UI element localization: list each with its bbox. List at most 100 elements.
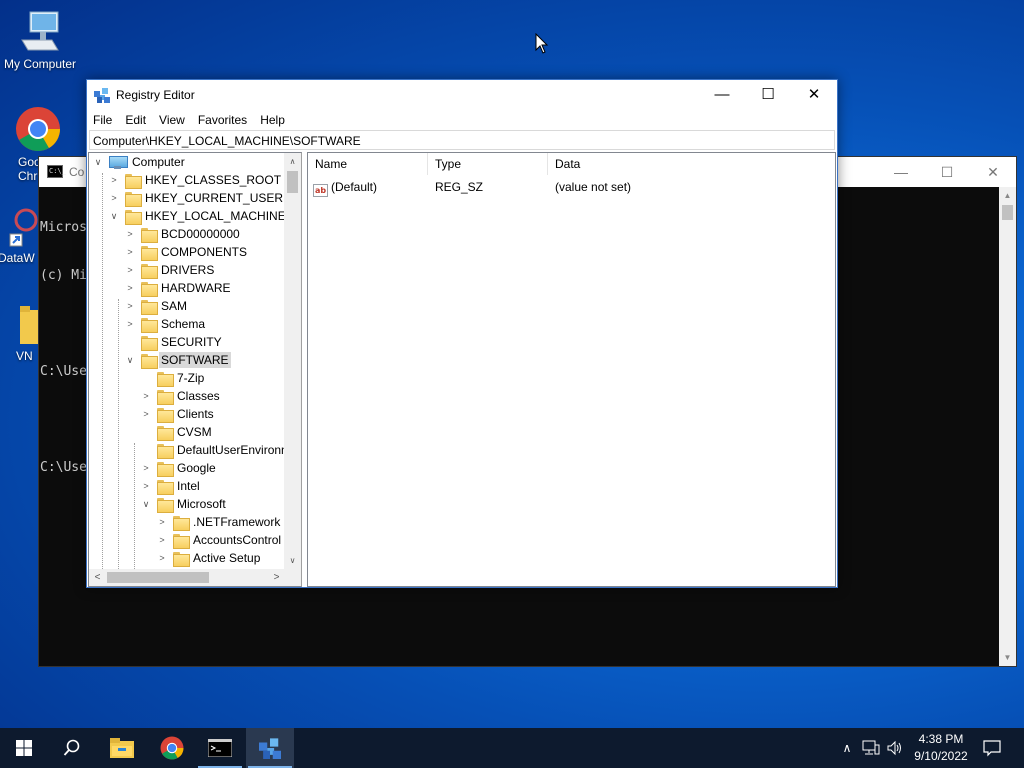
cmd-close-button[interactable]: ✕ [970,157,1016,187]
tree-node-hkey-current-user[interactable]: > HKEY_CURRENT_USER [109,189,285,207]
taskbar-file-explorer[interactable] [98,728,146,768]
scrollbar-thumb[interactable] [287,171,298,193]
tree-node-hkey-local-machine[interactable]: ∨ HKEY_LOCAL_MACHINE [109,207,285,225]
folder-icon [141,245,158,261]
notification-icon [983,740,1001,757]
chevron-right-icon[interactable]: > [109,193,119,203]
tree-node-defaultuserenvironment[interactable]: DefaultUserEnvironn [141,441,285,459]
regedit-app-icon [94,88,110,103]
scroll-left-arrow-icon[interactable]: < [89,569,106,586]
taskbar-registry-editor[interactable] [246,728,294,768]
scrollbar-thumb[interactable] [107,572,209,583]
tree-node-active-setup[interactable]: > Active Setup [157,549,262,567]
chevron-right-icon[interactable]: > [141,391,151,401]
tree-node-label: Intel [177,479,200,493]
show-hidden-icons-button[interactable]: ∧ [838,728,856,768]
cmd-maximize-button[interactable]: ☐ [924,157,970,187]
menu-view[interactable]: View [153,110,192,130]
taskbar-chrome[interactable] [148,728,196,768]
tree-horizontal-scrollbar[interactable]: < > [89,569,285,586]
tree-node-7-zip[interactable]: 7-Zip [141,369,206,387]
registry-editor-window[interactable]: Registry Editor — ☐ ✕ File Edit View Fav… [86,79,838,588]
tree-node-accountscontrol[interactable]: > AccountsControl [157,531,283,549]
tree-node-components[interactable]: > COMPONENTS [125,243,249,261]
tree-node-microsoft[interactable]: ∨ Microsoft [141,495,228,513]
column-header-name[interactable]: Name [308,153,428,175]
menu-favorites[interactable]: Favorites [192,110,254,130]
chevron-down-icon[interactable]: ∨ [109,211,119,222]
tree-node-label: SECURITY [161,335,222,349]
tree-node-clients[interactable]: > Clients [141,405,216,423]
action-center-button[interactable] [976,728,1008,768]
chevron-right-icon[interactable]: > [141,409,151,419]
search-button[interactable] [48,728,96,768]
cmd-minimize-button[interactable]: — [878,157,924,187]
tree-node-schema[interactable]: > Schema [125,315,207,333]
tree-node-drivers[interactable]: > DRIVERS [125,261,216,279]
chevron-right-icon[interactable]: > [125,283,135,293]
tree-node-netframework[interactable]: > .NETFramework [157,513,282,531]
chevron-right-icon[interactable]: > [141,481,151,491]
chevron-down-icon[interactable]: ∨ [141,499,151,510]
chevron-right-icon[interactable]: > [125,265,135,275]
chevron-right-icon[interactable]: > [125,229,135,239]
tree-node-hkey-classes-root[interactable]: > HKEY_CLASSES_ROOT [109,171,283,189]
tree-node-security[interactable]: SECURITY [125,333,224,351]
scrollbar-thumb[interactable] [1002,205,1013,220]
chevron-right-icon[interactable]: > [141,463,151,473]
file-explorer-icon [110,738,134,758]
list-item[interactable]: ab (Default) REG_SZ (value not set) [308,177,835,197]
tree-node-sam[interactable]: > SAM [125,297,189,315]
clock[interactable]: 4:38 PM 9/10/2022 [910,731,972,765]
volume-tray-button[interactable] [884,728,906,768]
network-tray-button[interactable] [860,728,882,768]
registry-tree-pane[interactable]: ∨ Computer > HKEY_CLASSES_ROOT > HKEY_CU… [88,152,302,587]
column-header-data[interactable]: Data [548,153,698,175]
column-header-type[interactable]: Type [428,153,548,175]
scroll-down-arrow-icon[interactable]: ▼ [999,649,1016,666]
menu-help[interactable]: Help [254,110,292,130]
chevron-right-icon[interactable]: > [157,517,167,527]
chevron-right-icon[interactable]: > [125,301,135,311]
chevron-up-icon: ∧ [842,741,852,755]
tree-node-bcd00000000[interactable]: > BCD00000000 [125,225,242,243]
tree-node-software[interactable]: ∨ SOFTWARE [125,351,231,369]
tree-node-intel[interactable]: > Intel [141,477,202,495]
folder-icon [141,317,158,333]
close-button[interactable]: ✕ [791,80,837,110]
desktop-icon-my-computer[interactable]: My Computer [1,10,79,71]
tree-node-cvsm[interactable]: CVSM [141,423,214,441]
tree-node-hardware[interactable]: > HARDWARE [125,279,233,297]
scroll-right-arrow-icon[interactable]: > [268,569,285,586]
menu-file[interactable]: File [87,110,119,130]
tree-vertical-scrollbar[interactable]: ∧ ∨ [284,153,301,569]
tree-node-label: Computer [132,155,185,169]
cmd-vertical-scrollbar[interactable]: ▲ ▼ [999,187,1016,666]
registry-values-pane[interactable]: Name Type Data ab (Default) REG_SZ (value… [307,152,836,587]
menu-edit[interactable]: Edit [119,110,153,130]
address-bar[interactable]: Computer\HKEY_LOCAL_MACHINE\SOFTWARE [89,130,835,150]
start-button[interactable] [0,728,48,768]
taskbar-command-prompt[interactable] [196,728,244,768]
chevron-right-icon[interactable]: > [125,247,135,257]
folder-icon [141,299,158,315]
maximize-button[interactable]: ☐ [745,80,791,110]
scroll-up-arrow-icon[interactable]: ∧ [284,153,301,170]
chevron-right-icon[interactable]: > [125,319,135,329]
tree-node-google[interactable]: > Google [141,459,218,477]
chevron-down-icon[interactable]: ∨ [93,157,103,168]
scroll-down-arrow-icon[interactable]: ∨ [284,552,301,569]
tree-node-classes[interactable]: > Classes [141,387,222,405]
folder-icon [141,335,158,351]
minimize-button[interactable]: — [699,80,745,110]
tree-node-label: DRIVERS [161,263,215,277]
scroll-up-arrow-icon[interactable]: ▲ [999,187,1016,204]
folder-icon [157,389,174,405]
tree-node-computer[interactable]: ∨ Computer [93,153,187,171]
chevron-right-icon[interactable]: > [157,535,167,545]
regedit-title-bar[interactable]: Registry Editor — ☐ ✕ [87,80,837,110]
chevron-right-icon[interactable]: > [109,175,119,185]
window-title: Registry Editor [116,88,195,102]
chevron-right-icon[interactable]: > [157,553,167,563]
chevron-down-icon[interactable]: ∨ [125,355,135,366]
